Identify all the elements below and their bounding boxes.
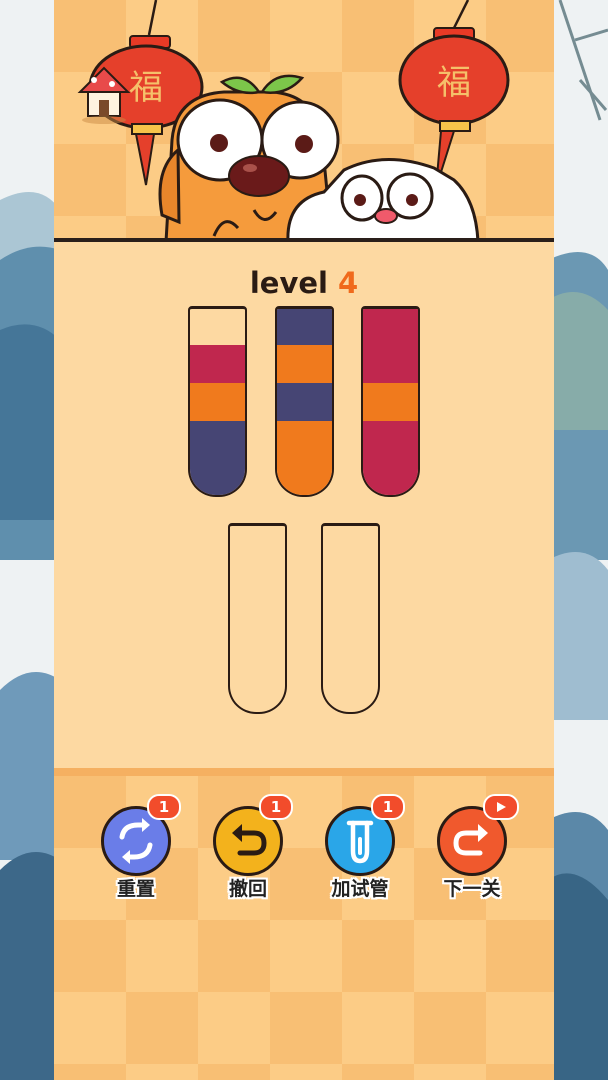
undo-label: 撤回 [228, 878, 267, 900]
toolbar-divider [54, 768, 554, 776]
test-tube[interactable] [361, 306, 420, 497]
liquid-layer-navy [277, 383, 332, 421]
level-label: level [249, 266, 328, 300]
lantern-left-char: 福 [129, 68, 163, 108]
level-number: 4 [337, 266, 359, 300]
reset-label: 重置 [116, 878, 155, 900]
add-tube-count-badge: 1 [371, 794, 405, 820]
game-board: 福 福 level 4 1 重置 1 撤回 1 加试管 下一关 [54, 0, 554, 1080]
test-tube[interactable] [275, 306, 334, 497]
liquid-layer-navy [277, 309, 332, 345]
lantern-right-char: 福 [437, 63, 471, 103]
liquid-layer-orange [190, 383, 245, 421]
liquid-layer-orange [277, 421, 332, 495]
mascot-banner: 福 福 [77, 0, 510, 242]
undo-count-badge: 1 [259, 794, 293, 820]
add-tube-label: 加试管 [331, 878, 389, 900]
liquid-layer-red [363, 309, 418, 345]
liquid-layer-navy [190, 421, 245, 495]
liquid-layer-red [190, 345, 245, 383]
video-ad-badge [483, 794, 519, 820]
next-level-label: 下一关 [443, 878, 501, 900]
test-tube[interactable] [228, 523, 287, 714]
liquid-layer-orange [277, 345, 332, 383]
reset-count-badge: 1 [147, 794, 181, 820]
liquid-layer-red [363, 345, 418, 383]
test-tube[interactable] [321, 523, 380, 714]
liquid-layer-orange [363, 383, 418, 421]
test-tube[interactable] [188, 306, 247, 497]
play-video-icon [497, 802, 506, 812]
level-title: level 4 [54, 266, 554, 300]
liquid-layer-red [363, 421, 418, 495]
